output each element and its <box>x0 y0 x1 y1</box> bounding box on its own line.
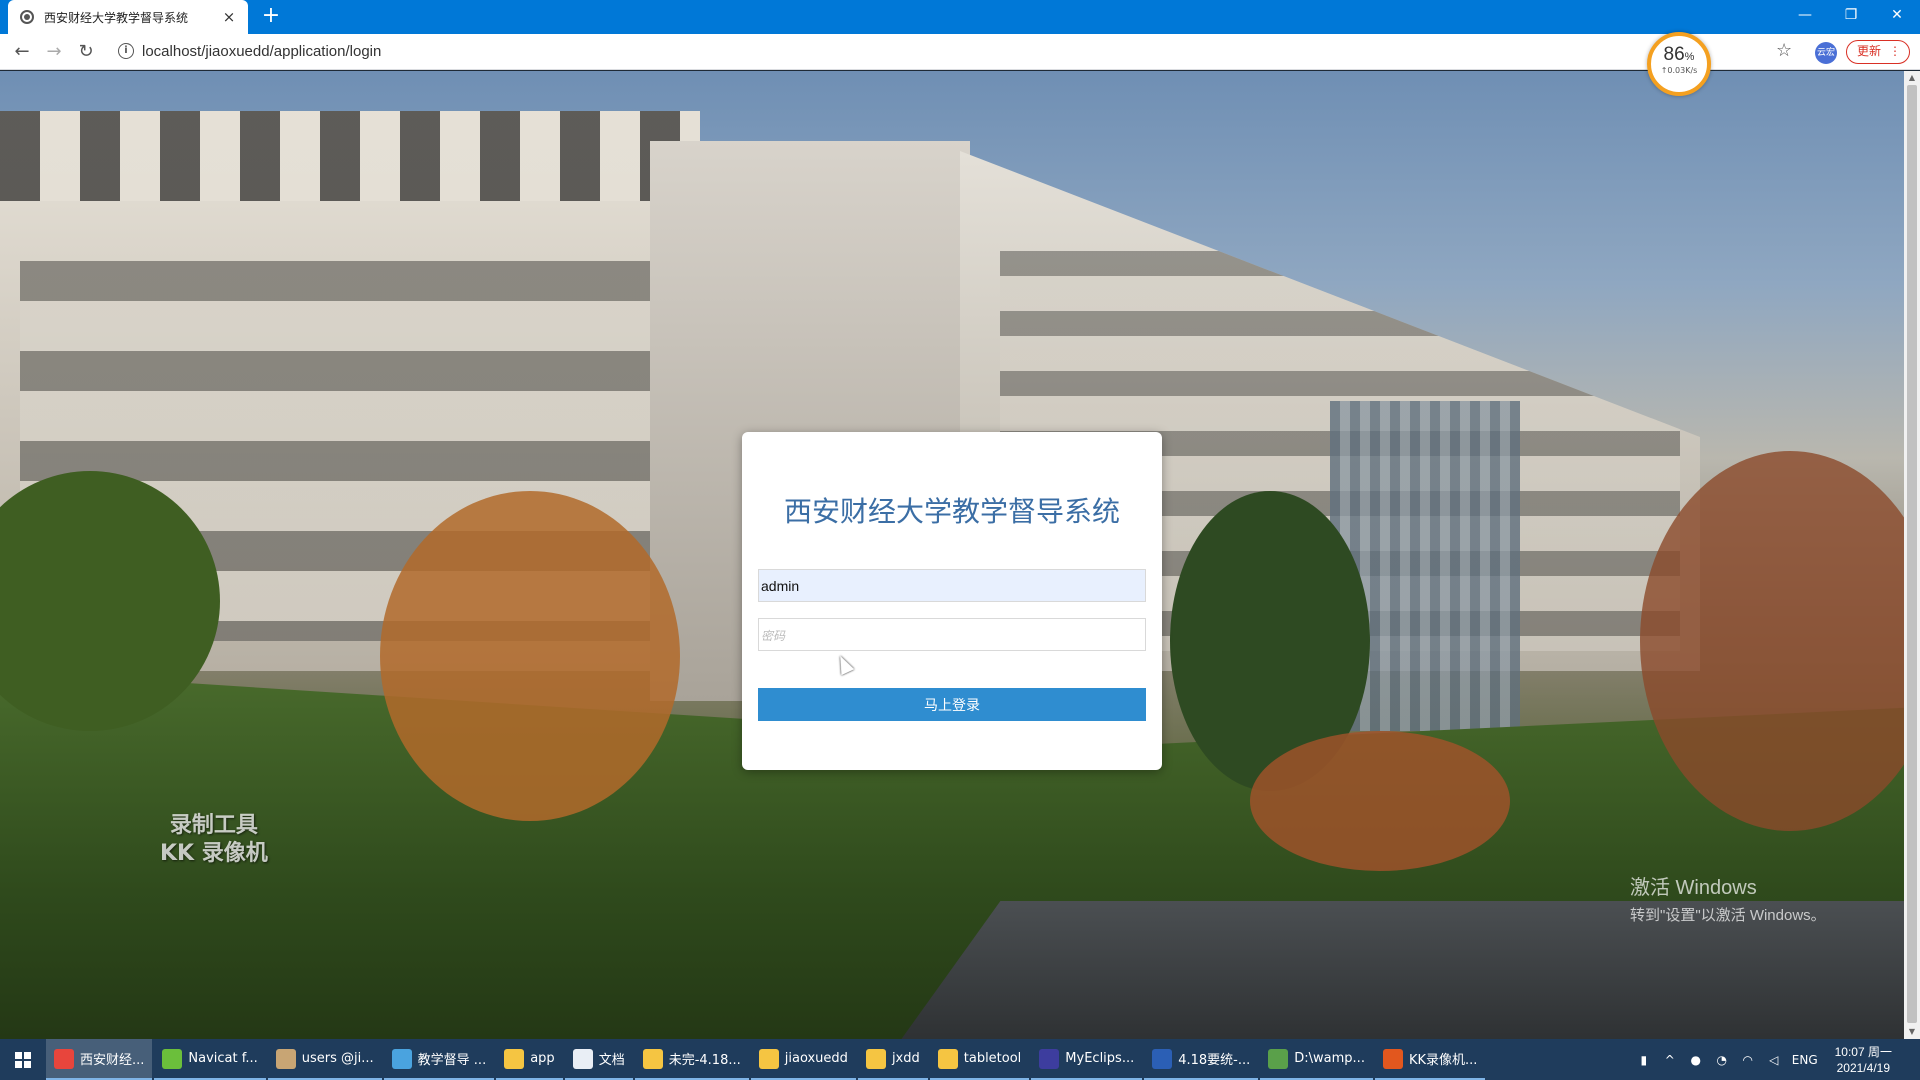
taskbar-app-icon <box>275 1048 296 1069</box>
taskbar-app-icon <box>642 1048 663 1069</box>
taskbar-app-icon <box>572 1048 593 1069</box>
taskbar-item-label: tabletool <box>963 1051 1022 1066</box>
minimize-button[interactable]: — <box>1782 0 1828 30</box>
activation-title: 激活 Windows <box>1630 877 1757 899</box>
battery-icon[interactable]: ▮ <box>1636 1052 1652 1068</box>
activation-subtitle: 转到"设置"以激活 Windows。 <box>1630 907 1826 924</box>
app-tray-icon[interactable]: ● <box>1688 1052 1704 1068</box>
watermark-line1: 录制工具 <box>169 813 258 838</box>
taskbar-item[interactable]: D:\wamp... <box>1260 1039 1373 1080</box>
taskbar-item[interactable]: tabletool <box>929 1039 1030 1080</box>
taskbar-app-icon <box>758 1048 779 1069</box>
reload-button[interactable]: ↻ <box>74 40 98 64</box>
clock-time: 10:07 周一 <box>1834 1044 1892 1059</box>
tab-close-icon[interactable]: × <box>220 8 238 26</box>
taskbar-item[interactable]: 未完-4.18... <box>634 1039 749 1080</box>
page-scrollbar[interactable]: ▲ ▼ <box>1904 71 1920 1039</box>
favicon-icon <box>20 10 34 24</box>
login-card: 西安财经大学教学督导系统 马上登录 <box>742 432 1162 770</box>
scroll-down-icon[interactable]: ▼ <box>1904 1025 1920 1039</box>
system-tray: ▮ ^ ● ◔ ◠ ◁ ENG 10:07 周一 2021/4/19 <box>1631 1039 1910 1080</box>
scroll-thumb[interactable] <box>1907 85 1917 1023</box>
taskbar-item-label: jiaoxuedd <box>784 1051 848 1066</box>
address-bar[interactable]: localhost/jiaoxuedd/application/login <box>142 43 381 60</box>
taskbar-item[interactable]: Navicat f... <box>154 1039 266 1080</box>
taskbar-app-icon <box>162 1048 183 1069</box>
back-button[interactable]: ← <box>10 40 34 64</box>
login-button[interactable]: 马上登录 <box>758 688 1146 721</box>
taskbar-app-icon <box>504 1048 525 1069</box>
browser-toolbar: ← → ↻ i localhost/jiaoxuedd/application/… <box>0 34 1920 70</box>
taskbar-item-label: 未完-4.18... <box>668 1053 741 1068</box>
volume-muted-icon[interactable]: ◁ <box>1766 1052 1782 1068</box>
taskbar-item[interactable]: 西安财经... <box>46 1039 153 1080</box>
taskbar-app-icon <box>1382 1048 1403 1069</box>
recorder-watermark: 录制工具 KK 录像机 <box>160 812 268 868</box>
clock[interactable]: 10:07 周一 2021/4/19 <box>1835 1044 1892 1076</box>
taskbar-item-label: MyEclips... <box>1065 1051 1135 1066</box>
clock-date: 2021/4/19 <box>1836 1060 1890 1075</box>
scroll-up-icon[interactable]: ▲ <box>1904 71 1920 85</box>
close-window-button[interactable]: ✕ <box>1874 0 1920 30</box>
taskbar-item-label: 文档 <box>598 1053 625 1068</box>
taskbar-app-icon <box>54 1048 74 1069</box>
wifi-icon[interactable]: ◠ <box>1740 1052 1756 1068</box>
taskbar-item-label: Navicat f... <box>188 1051 258 1066</box>
windows-activation-notice: 激活 Windows 转到"设置"以激活 Windows。 <box>1630 871 1826 925</box>
speed-percent: 86% <box>1663 44 1695 65</box>
windows-logo-icon <box>15 1051 31 1068</box>
bookmark-star-icon[interactable]: ☆ <box>1776 40 1792 61</box>
network-icon[interactable]: ◔ <box>1714 1052 1730 1068</box>
taskbar-item-label: users @ji... <box>301 1051 374 1066</box>
background-tree <box>1250 731 1510 871</box>
profile-avatar[interactable]: 云宏 <box>1815 42 1837 64</box>
taskbar-item[interactable]: 4.18要统-... <box>1144 1039 1259 1080</box>
username-input[interactable] <box>758 569 1146 602</box>
taskbar-item-label: D:\wamp... <box>1294 1051 1365 1066</box>
taskbar-item[interactable]: jiaoxuedd <box>750 1039 856 1080</box>
taskbar-app-icon <box>865 1048 886 1069</box>
update-label: 更新 <box>1857 44 1882 58</box>
taskbar-item[interactable]: MyEclips... <box>1031 1039 1143 1080</box>
taskbar-item-label: 4.18要统-... <box>1178 1053 1251 1068</box>
taskbar-item-label: 教学督导 ... <box>417 1053 487 1068</box>
taskbar-item[interactable]: KK录像机... <box>1374 1039 1486 1080</box>
taskbar-item[interactable]: jxdd <box>857 1039 928 1080</box>
taskbar-item[interactable]: users @ji... <box>267 1039 382 1080</box>
chevron-up-icon[interactable]: ^ <box>1662 1052 1678 1068</box>
taskbar-item[interactable]: app <box>496 1039 563 1080</box>
taskbar-item-label: 西安财经... <box>80 1053 145 1068</box>
taskbar-items: 西安财经... Navicat f... users @ji... 教学督导 ... a… <box>46 1039 1487 1080</box>
login-title: 西安财经大学教学督导系统 <box>783 495 1120 528</box>
taskbar-app-icon <box>391 1048 412 1069</box>
speed-widget[interactable]: 86% ↑0.03K/s <box>1647 32 1711 96</box>
start-button[interactable] <box>0 1039 46 1080</box>
restore-button[interactable]: ❐ <box>1828 0 1874 30</box>
browser-tab[interactable]: 西安财经大学教学督导系统 × <box>8 0 248 34</box>
watermark-line2: KK 录像机 <box>160 841 268 866</box>
password-input[interactable] <box>758 618 1146 651</box>
new-tab-button[interactable]: + <box>258 4 284 30</box>
language-indicator[interactable]: ENG <box>1792 1052 1818 1068</box>
forward-button[interactable]: → <box>42 40 66 64</box>
taskbar-app-icon <box>1268 1048 1289 1069</box>
tab-title: 西安财经大学教学督导系统 <box>44 10 189 25</box>
speed-rate: ↑0.03K/s <box>1660 66 1698 75</box>
menu-dots-icon: ⋮ <box>1889 44 1901 58</box>
update-button[interactable]: 更新 ⋮ <box>1846 40 1910 64</box>
taskbar-app-icon <box>937 1048 958 1069</box>
browser-tabbar: 西安财经大学教学督导系统 × + — ❐ ✕ <box>0 0 1920 34</box>
windows-taskbar: 西安财经... Navicat f... users @ji... 教学督导 ... a… <box>0 1039 1920 1080</box>
taskbar-app-icon <box>1039 1048 1060 1069</box>
taskbar-item[interactable]: 文档 <box>564 1039 633 1080</box>
site-info-icon[interactable]: i <box>118 43 134 59</box>
taskbar-item-label: KK录像机... <box>1408 1053 1478 1068</box>
taskbar-item-label: app <box>530 1051 555 1066</box>
background-tree <box>380 491 680 821</box>
taskbar-item-label: jxdd <box>891 1051 920 1066</box>
taskbar-app-icon <box>1152 1048 1173 1069</box>
taskbar-item[interactable]: 教学督导 ... <box>383 1039 495 1080</box>
